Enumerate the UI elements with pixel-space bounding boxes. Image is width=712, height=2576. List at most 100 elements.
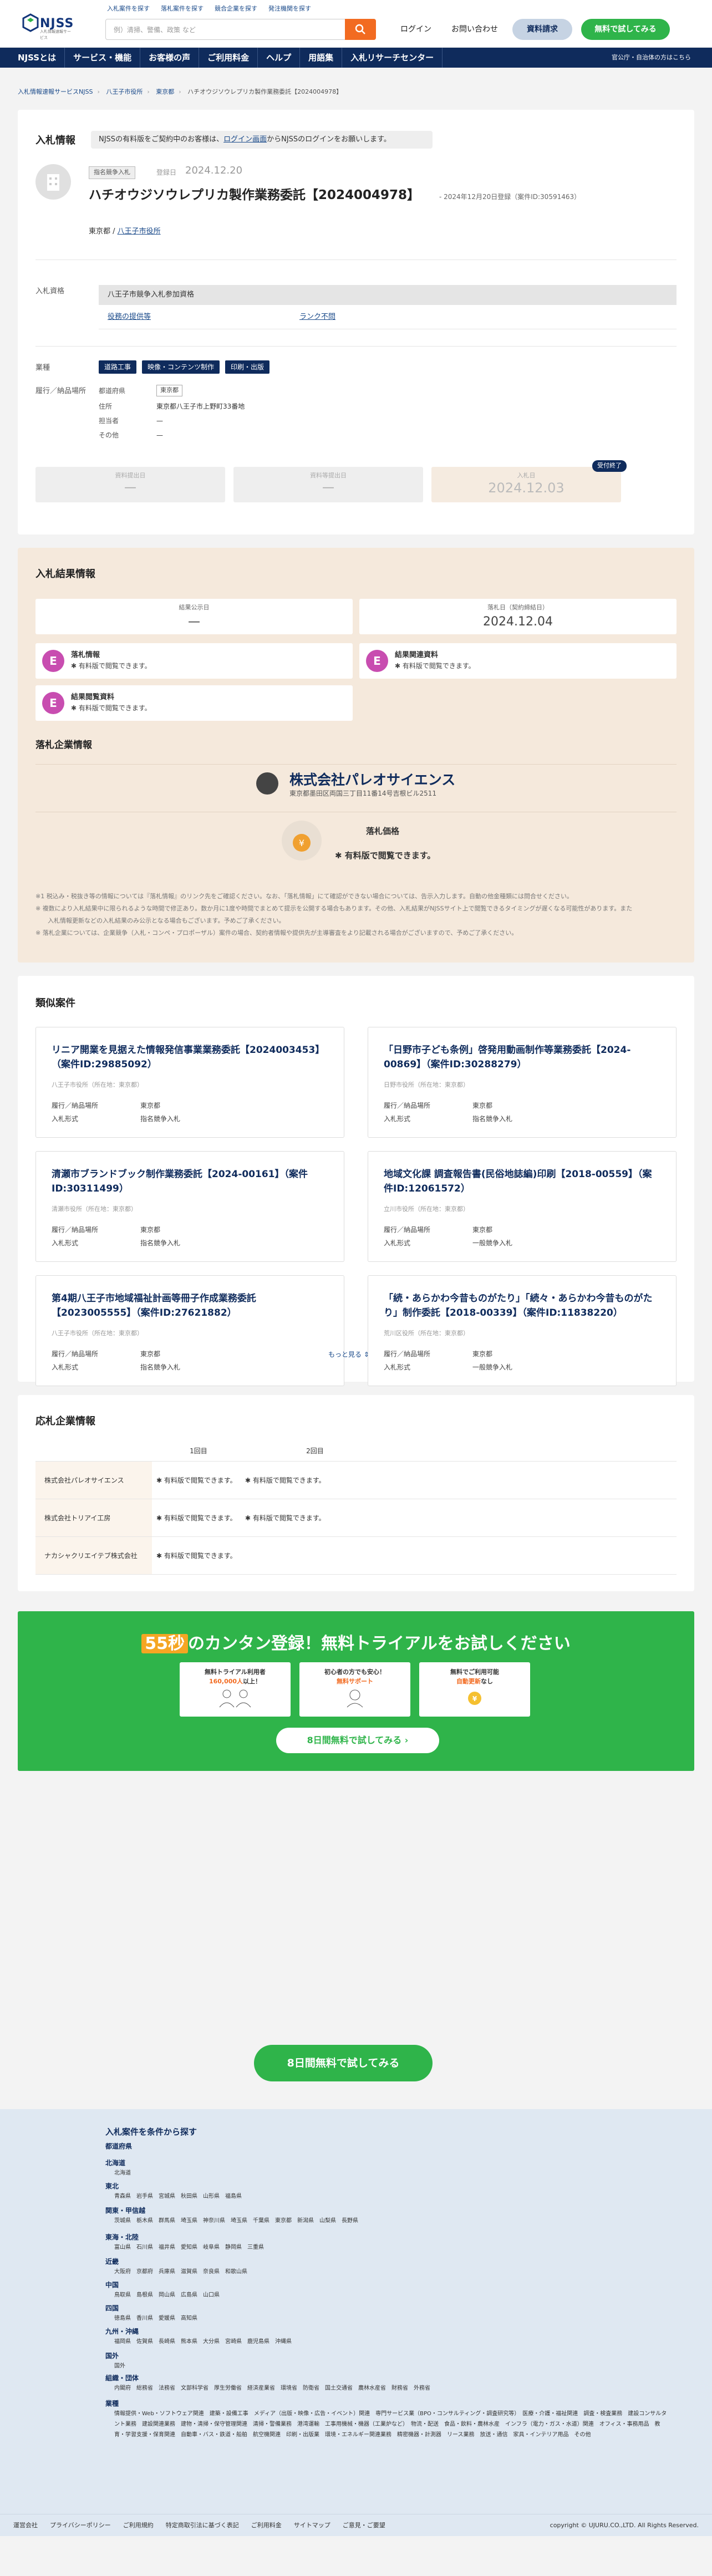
show-more-link[interactable]: もっと見る ⇕ (328, 1350, 369, 1360)
industry-tag[interactable]: 映像・コンテンツ制作 (142, 360, 220, 374)
date-value: — (322, 480, 334, 495)
feature-support: 初心者の方でも安心！ 無料サポート (299, 1662, 410, 1717)
result-docs-item[interactable]: E 結果関連資料 ✱ 有料版で閲覧できます。 (359, 643, 677, 679)
bottom-trial-button[interactable]: 8日間無料で試してみる (254, 2045, 433, 2081)
pref-label: 都道府県 (99, 387, 126, 395)
footer-links[interactable]: 徳島県 香川県 愛媛県 高知県 (114, 2313, 669, 2324)
similar-bid-title[interactable]: 清瀬市ブランドブック制作業務委託【2024-00161】（案件ID:303114… (52, 1167, 329, 1196)
contact-link[interactable]: お問い合わせ (446, 19, 504, 40)
similar-bid-card[interactable]: 「続・あらかわ今昔ものがたり」「続々・あらかわ今昔ものがたり」制作委託【2018… (368, 1275, 677, 1386)
top-link-bids[interactable]: 入札案件を探す (107, 4, 150, 14)
similar-bid-title[interactable]: 第4期八王子市地域福祉計画等冊子作成業務委託【2023005555】（案件ID:… (52, 1291, 329, 1320)
place-value: 東京都 (140, 1226, 161, 1234)
date-value: 2024.12.03 (488, 480, 564, 496)
similar-bid-title[interactable]: 地域文化課 調査報告書(民俗地誌編)印刷【2018-00559】（案件ID:12… (384, 1167, 661, 1196)
njss-logo[interactable]: NJSS 入札情報速報サービス (22, 12, 73, 40)
top-link-competitors[interactable]: 競合企業を探す (215, 4, 257, 14)
breadcrumb-org[interactable]: 八王子市役所 (106, 88, 143, 95)
industry-tag[interactable]: 印刷・出版 (225, 360, 270, 374)
bidder-name[interactable]: 株式会社パレオサイエンス (35, 1462, 152, 1499)
copyright: copyright © UJURU.CO.,LTD. All Rights Re… (550, 2522, 699, 2529)
trial-button[interactable]: 無料で試してみる (581, 19, 670, 40)
loc-org-link[interactable]: 八王子市役所 (118, 227, 161, 236)
breadcrumb-home[interactable]: 入札情報速報サービスNJSS (18, 88, 93, 95)
footer-bottom-link[interactable]: 特定商取引法に基づく表記 (166, 2521, 239, 2531)
similar-bid-org: 八王子市役所（所在地：東京都） (52, 1330, 143, 1337)
qual-link-service[interactable]: 役務の提供等 (108, 312, 151, 323)
footer-links[interactable]: 北海道 (114, 2168, 669, 2178)
result-view-item[interactable]: E 結果閲覧資料 ✱ 有料版で閲覧できます。 (35, 685, 353, 721)
footer-bottom-link[interactable]: ご意見・ご要望 (343, 2521, 385, 2531)
nav-services[interactable]: サービス・機能 (65, 48, 141, 68)
footer-links[interactable]: 富山県 石川県 福井県 愛知県 岐阜県 静岡県 三重県 (114, 2242, 669, 2253)
date-box-bid: 受付終了 入札日 2024.12.03 (431, 460, 627, 502)
similar-bid-title[interactable]: 「続・あらかわ今昔ものがたり」「続々・あらかわ今昔ものがたり」制作委託【2018… (384, 1291, 661, 1320)
cta-headline: 55秒 のカンタン登録！無料トライアルをお試しください (18, 1631, 694, 1656)
note-line: 入札情報更新などの入札結果のみ公示となる場合もございます。予めご了承ください。 (35, 917, 285, 924)
feature-text: 初心者の方でも安心！ (324, 1668, 385, 1676)
footer-links[interactable]: 国外 (114, 2361, 669, 2371)
footer-section-title: 四国 (105, 2304, 119, 2312)
nav-voices[interactable]: お客様の声 (140, 48, 200, 68)
date-label: 資料提出日 (115, 472, 146, 479)
notice-text: NJSSの有料版をご契約中のお客様は、 (99, 135, 224, 144)
table-row: 株式会社パレオサイエンス ✱ 有料版で閲覧できます。 ✱ 有料版で閲覧できます。 (35, 1462, 677, 1499)
login-screen-link[interactable]: ログイン画面 (223, 135, 267, 144)
similar-bid-card[interactable]: リニア開業を見据えた情報発信事業業務委託【2024003453】（案件ID:29… (35, 1027, 344, 1138)
search-input[interactable]: 例）清掃、警備、政策 など (114, 25, 196, 35)
breadcrumb-pref[interactable]: 東京都 (156, 88, 174, 95)
footer-links[interactable]: 福岡県 佐賀県 長崎県 熊本県 大分県 宮崎県 鹿児島県 沖縄県 (114, 2336, 669, 2347)
divider (35, 764, 677, 765)
qual-link-rank[interactable]: ランク不問 (299, 312, 335, 323)
feature-text: 以上！ (243, 1677, 262, 1685)
result-award-date: 落札日（契約締結日） 2024.12.04 (359, 599, 677, 634)
similar-bid-card[interactable]: 清瀬市ブランドブック制作業務委託【2024-00161】（案件ID:303114… (35, 1151, 344, 1262)
footer-links[interactable]: 情報提供・Web・ソフトウェア関連 建築・設備工事 メディア（出版・映像・広告・… (114, 2409, 669, 2440)
search-box[interactable]: 例）清掃、警備、政策 など (105, 19, 376, 40)
docs-button[interactable]: 資料請求 (512, 19, 572, 40)
place-value: 東京都 (140, 1350, 161, 1358)
winner-company[interactable]: 株式会社パレオサイエンス (289, 770, 455, 791)
search-button[interactable] (345, 19, 376, 40)
footer-bottom-link[interactable]: ご利用料金 (251, 2521, 282, 2531)
similar-bid-card[interactable]: 地域文化課 調査報告書(民俗地誌編)印刷【2018-00559】（案件ID:12… (368, 1151, 677, 1262)
footer-bottom-link[interactable]: 運営会社 (13, 2521, 38, 2531)
nav-gov-link[interactable]: 官公庁・自治体の方はこちら (612, 53, 691, 63)
method-label: 入札形式 (52, 1239, 79, 1247)
footer-links[interactable]: 大阪府 京都府 兵庫県 滋賀県 奈良県 和歌山県 (114, 2267, 669, 2277)
similar-bid-org: 荒川区役所（所在地：東京都） (384, 1330, 469, 1337)
price-value: ✱ 有料版で閲覧できます。 (335, 851, 436, 861)
footer-section-title: 関東・甲信越 (105, 2207, 146, 2214)
cta-trial-button[interactable]: 8日間無料で試してみる › (276, 1728, 439, 1753)
nav-about[interactable]: NJSSとは (18, 48, 65, 68)
person-label: 担当者 (99, 417, 119, 425)
top-link-awards[interactable]: 落札案件を探す (161, 4, 204, 14)
similar-section-title: 類似案件 (35, 997, 75, 1009)
header-top-links: 入札案件を探す 落札案件を探す 競合企業を探す 発注機関を探す (107, 4, 311, 14)
footer-links[interactable]: 茨城県 栃木県 群馬県 埼玉県 神奈川県 埼玉県 千葉県 東京都 新潟県 山梨県… (114, 2216, 669, 2226)
bidder-name[interactable]: ナカシャクリエイテブ株式会社 (35, 1537, 152, 1574)
price-coin-icon: ¥ (282, 821, 322, 861)
footer-links[interactable]: 内閣府 総務省 法務省 文部科学省 厚生労働省 経済産業省 環境省 防衛省 国土… (114, 2383, 669, 2394)
bidder-name[interactable]: 株式会社トリアイ工房 (35, 1499, 152, 1536)
similar-bid-title[interactable]: 「日野市子ども条例」啓発用動画制作等業務委託【2024-00869】（案件ID:… (384, 1043, 661, 1072)
nav-glossary[interactable]: 用語集 (300, 48, 343, 68)
industry-tag[interactable]: 道路工事 (99, 360, 137, 374)
footer-section-title: 東北 (105, 2182, 119, 2190)
footer-links[interactable]: 青森県 岩手県 宮城県 秋田県 山形県 福島県 (114, 2191, 669, 2202)
top-link-agencies[interactable]: 発注機関を探す (268, 4, 311, 14)
similar-bid-title[interactable]: リニア開業を見据えた情報発信事業業務委託【2024003453】（案件ID:29… (52, 1043, 329, 1072)
similar-bid-card[interactable]: 第4期八王子市地域福祉計画等冊子作成業務委託【2023005555】（案件ID:… (35, 1275, 344, 1386)
login-link[interactable]: ログイン (395, 19, 437, 40)
nav-pricing[interactable]: ご利用料金 (199, 48, 258, 68)
footer-bottom-link[interactable]: サイトマップ (294, 2521, 330, 2531)
nav-help[interactable]: ヘルプ (258, 48, 301, 68)
footer-bottom-link[interactable]: プライバシーポリシー (50, 2521, 111, 2531)
award-info-item[interactable]: E 落札情報 ✱ 有料版で閲覧できます。 (35, 643, 353, 679)
similar-bid-card[interactable]: 「日野市子ども条例」啓発用動画制作等業務委託【2024-00869】（案件ID:… (368, 1027, 677, 1138)
footer-links[interactable]: 鳥取県 島根県 岡山県 広島県 山口県 (114, 2290, 669, 2300)
footer-bottom-link[interactable]: ご利用規約 (123, 2521, 154, 2531)
item-title: 結果閲覧資料 (71, 693, 115, 701)
nav-research[interactable]: 入札リサーチセンター (342, 48, 443, 68)
date-box-docs: 資料提出日 — (35, 467, 225, 502)
